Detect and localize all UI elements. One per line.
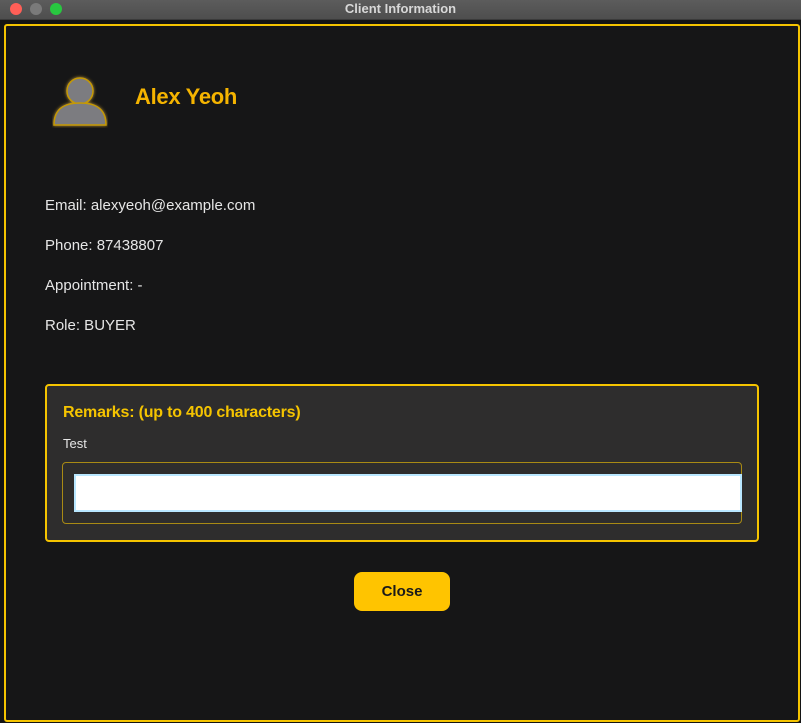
phone-text: Phone: 87438807	[45, 237, 164, 254]
close-button[interactable]: Close	[354, 572, 450, 611]
email-text: Email: alexyeoh@example.com	[45, 197, 256, 214]
client-name: Alex Yeoh	[135, 84, 238, 109]
remarks-panel: Remarks: (up to 400 characters) Test	[45, 384, 759, 542]
user-avatar-icon	[53, 77, 107, 126]
title-bar[interactable]: Client Information	[0, 0, 801, 20]
role-text: Role: BUYER	[45, 317, 136, 334]
window-title: Client Information	[344, 1, 457, 16]
appointment-text: Appointment: -	[45, 277, 143, 294]
client-info-window: Client Information Alex Yeoh Email: alex…	[0, 0, 801, 723]
content-panel	[4, 24, 800, 722]
remarks-input-container	[62, 462, 742, 524]
remarks-input[interactable]	[74, 474, 742, 512]
remarks-title: Remarks: (up to 400 characters)	[63, 404, 301, 421]
remarks-current-text: Test	[63, 436, 87, 451]
